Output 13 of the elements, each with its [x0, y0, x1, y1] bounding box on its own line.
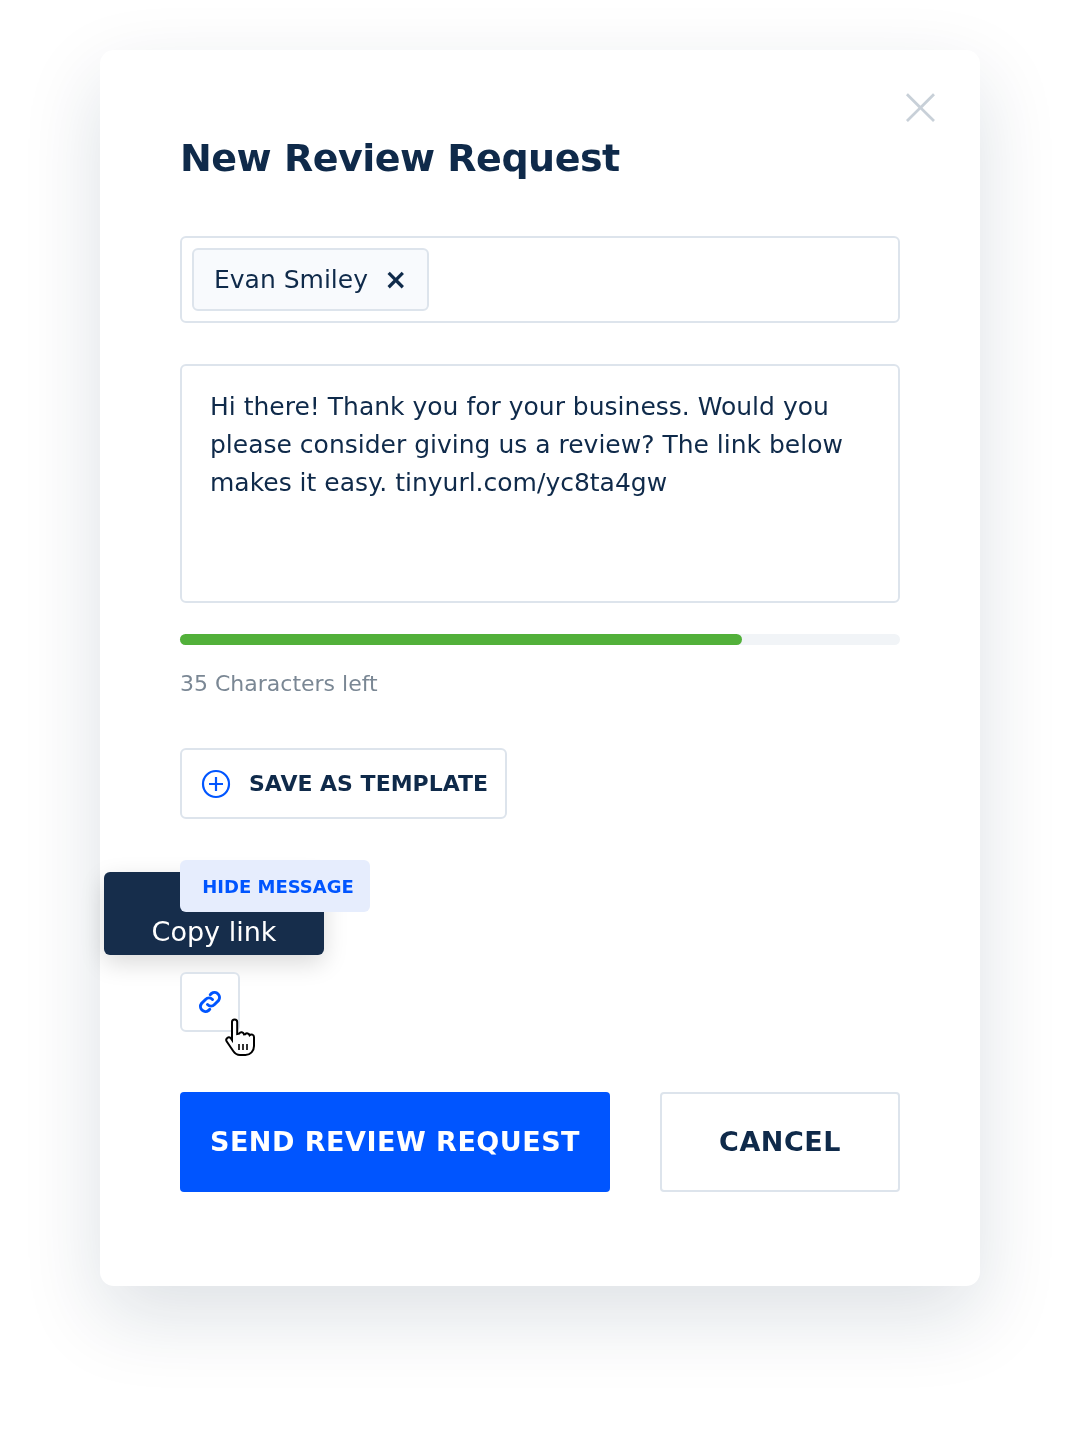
link-button[interactable] [180, 972, 240, 1032]
recipient-field[interactable]: Evan Smiley × [180, 236, 900, 323]
send-button[interactable]: SEND REVIEW REQUEST [180, 1092, 610, 1192]
message-field[interactable]: Hi there! Thank you for your business. Would you please consider giving us a review? The link below makes it easy. tinyurl.com/yc8ta4gw [180, 364, 900, 603]
characters-left-text: 35 Characters left [180, 670, 379, 698]
save-template-button[interactable]: SAVE AS TEMPLATE [180, 748, 507, 819]
hand-cursor-icon [222, 1018, 258, 1058]
plus-circle-icon [201, 768, 231, 799]
remove-button[interactable]: × [384, 265, 408, 294]
cancel-button[interactable]: CANCEL [660, 1092, 900, 1192]
dialog-title: New Review Request [180, 135, 621, 182]
hide-message-button[interactable]: HIDE MESSAGE [180, 860, 370, 912]
recipient-name: Evan Smiley [214, 263, 368, 296]
